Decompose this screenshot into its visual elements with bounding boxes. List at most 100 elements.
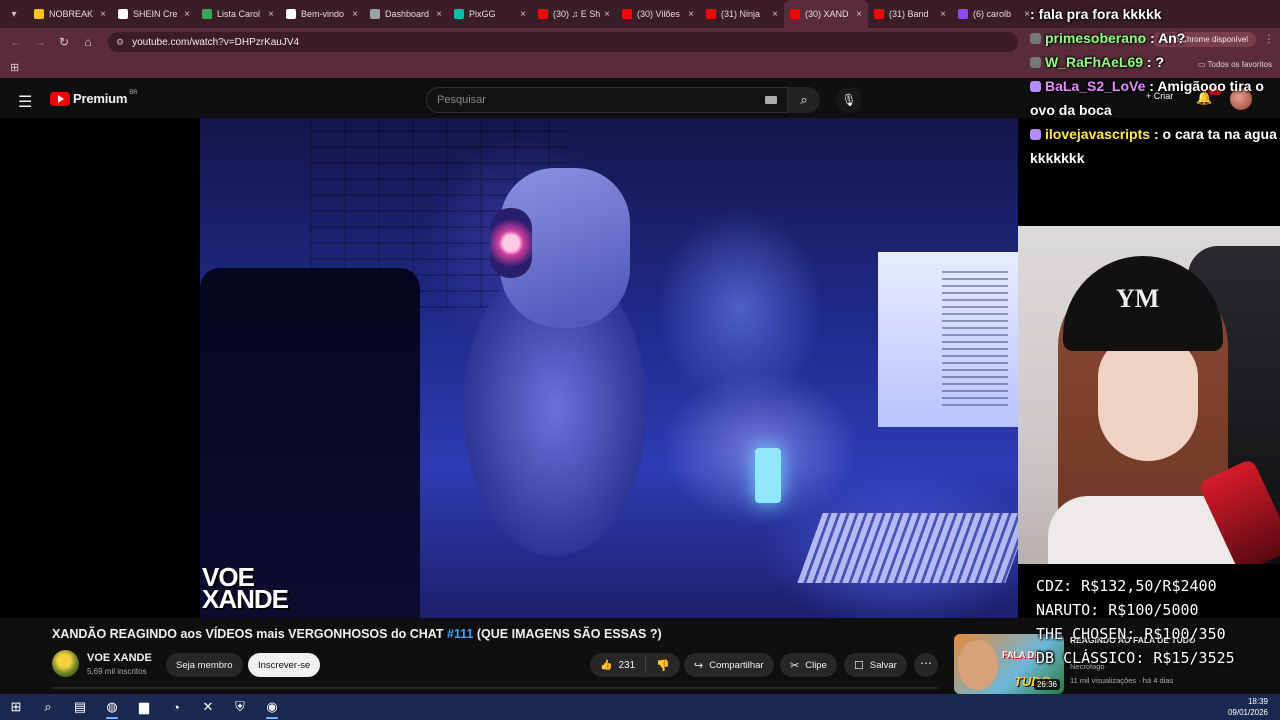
task-view-icon[interactable]: ▤ [64,694,96,720]
file-explorer-icon[interactable]: ▆ [128,694,160,720]
youtube-logo[interactable]: Premium BR [50,90,138,106]
video-keyboard [797,513,1031,583]
channel-avatar[interactable] [52,650,79,677]
browser-tab[interactable]: (31) Ninja × [700,0,784,28]
channel-subscriber-count: 5,69 mil inscritos [87,667,147,676]
save-button[interactable]: ☐ Salvar [844,653,907,677]
like-button[interactable]: 👍 231 [590,657,647,673]
reload-icon[interactable]: ↻ [52,35,76,49]
windows-start-icon[interactable]: ⊞ [0,694,32,720]
description-divider [52,687,938,689]
video-hashtag-link[interactable]: #111 [447,627,473,641]
microphone-icon: 🎙 [841,93,857,107]
tab-label: (31) Ninja [721,9,761,19]
security-taskbar-icon[interactable]: ⛨ [224,694,256,720]
discord-taskbar-icon[interactable]: ◔ [160,694,192,720]
recommended-video-meta: 11 mil visualizações · há 4 dias [1070,676,1174,685]
browser-tab[interactable]: (6) carolb × [952,0,1036,28]
logo-word: Premium [73,91,128,106]
search-input[interactable]: Pesquisar [426,87,788,113]
voice-search-button[interactable]: 🎙 [836,87,862,113]
tab-close-icon[interactable]: × [268,9,274,20]
tab-favicon-icon [118,9,128,19]
home-icon[interactable]: ⌂ [76,35,100,49]
chrome-taskbar-icon[interactable]: ◍ [96,694,128,720]
share-label: Compartilhar [709,659,764,671]
site-info-icon[interactable]: ⚙ [116,37,124,48]
address-bar[interactable]: ⚙ youtube.com/watch?v=DHPzrKauJV4 [108,32,1018,52]
system-clock[interactable]: 18:39 09/01/2026 [1228,696,1268,718]
subscribe-button[interactable]: Inscrever-se [248,653,321,677]
thumbs-up-icon: 👍 [600,659,613,671]
video-phone-light [755,448,781,503]
youtube-play-icon [50,91,70,106]
forward-icon[interactable]: → [28,35,52,49]
share-button[interactable]: ↪ Compartilhar [684,653,774,677]
tab-search-icon[interactable]: ▾ [0,0,28,28]
keyboard-icon[interactable] [765,96,777,104]
tab-favicon-icon [790,9,800,19]
obs-taskbar-icon[interactable]: ◉ [256,694,288,720]
video-title-text: XANDÃO REAGINDO aos VÍDEOS mais VERGONHO… [52,627,447,641]
search-button[interactable]: ⌕ [788,87,820,113]
browser-tab[interactable]: PixGG × [448,0,532,28]
tab-close-icon[interactable]: × [604,9,610,20]
apps-grid-icon[interactable]: ⊞ [10,61,19,74]
chat-message-text: fala pra fora kkkkk [1038,6,1162,22]
tab-close-icon[interactable]: × [772,9,778,20]
tab-favicon-icon [34,9,44,19]
tab-label: PixGG [469,9,496,19]
tab-close-icon[interactable]: × [856,9,862,20]
more-actions-button[interactable]: ⋯ [914,653,938,677]
save-playlist-icon: ☐ [854,659,864,672]
browser-tab[interactable]: Dashboard × [364,0,448,28]
tab-close-icon[interactable]: × [688,9,694,20]
chat-badge-icon [1030,33,1041,44]
tab-close-icon[interactable]: × [436,9,442,20]
tab-label: (30) Vilões [637,9,680,19]
tab-label: Lista Carol [217,9,261,19]
channel-name[interactable]: VOE XANDE [87,652,152,664]
donation-goal: DB CLÁSSICO: R$15/3525 [1036,649,1235,667]
browser-tab[interactable]: SHEIN Cre × [112,0,196,28]
tab-close-icon[interactable]: × [940,9,946,20]
video-duration-badge: 26:36 [1033,679,1060,690]
donation-goal: THE CHOSEN: R$100/350 [1036,625,1226,643]
chat-badge-icon [1030,57,1041,68]
browser-tab[interactable]: (30) ♫ E Sh × [532,0,616,28]
chat-message-text: ? [1155,54,1165,70]
tab-label: SHEIN Cre [133,9,178,19]
chat-badge-icon [1030,81,1041,92]
clip-label: Clipe [805,659,827,671]
clip-button[interactable]: ✂ Clipe [780,653,837,677]
back-icon[interactable]: ← [4,35,28,49]
xbox-taskbar-icon[interactable]: ✕ [192,694,224,720]
dislike-button[interactable]: 👎 [646,659,680,672]
save-label: Salvar [869,659,897,671]
tab-label: Dashboard [385,9,430,19]
tab-label: (6) carolb [973,9,1012,19]
taskbar-search-icon[interactable]: ⌕ [32,694,64,720]
tab-close-icon[interactable]: × [520,9,526,20]
browser-tab[interactable]: NOBREAK × [28,0,112,28]
browser-tab[interactable]: (30) Vilões × [616,0,700,28]
donation-goal: CDZ: R$132,50/R$2400 [1036,577,1217,595]
search-placeholder: Pesquisar [437,94,486,106]
browser-tab[interactable]: (30) XAND × [784,0,868,28]
tab-favicon-icon [958,9,968,19]
browser-tab[interactable]: Bem-vindo × [280,0,364,28]
tab-close-icon[interactable]: × [184,9,190,20]
tab-close-icon[interactable]: × [352,9,358,20]
cap-logo: YM [1116,284,1160,313]
join-button[interactable]: Seja membro [166,653,243,677]
browser-tab[interactable]: (31) Band × [868,0,952,28]
browser-tab[interactable]: Lista Carol × [196,0,280,28]
menu-icon[interactable]: ☰ [18,92,32,112]
tab-favicon-icon [370,9,380,19]
chat-separator: : [1143,54,1156,70]
donation-goals-overlay: CDZ: R$132,50/R$2400 NARUTO: R$100/5000 TH… [1036,574,1235,670]
chat-message-text: An? [1158,30,1186,46]
donation-goal: NARUTO: R$100/5000 [1036,601,1199,619]
tab-close-icon[interactable]: × [100,9,106,20]
tab-favicon-icon [202,9,212,19]
